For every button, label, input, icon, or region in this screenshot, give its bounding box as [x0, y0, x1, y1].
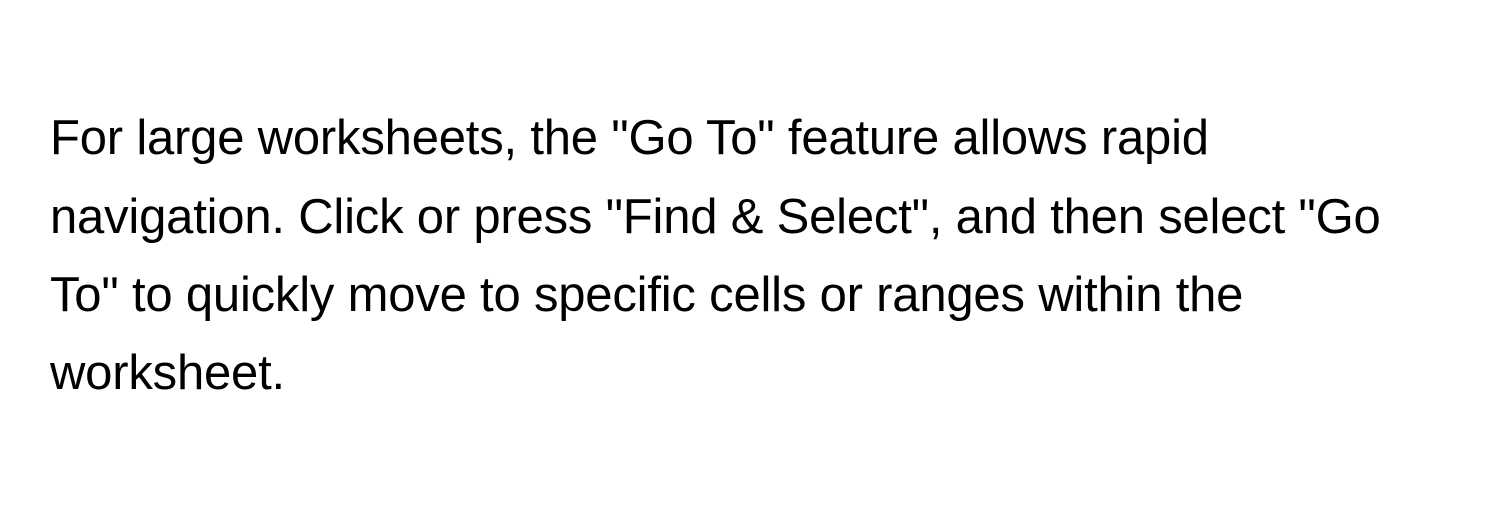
instructional-paragraph: For large worksheets, the "Go To" featur…	[50, 99, 1450, 413]
